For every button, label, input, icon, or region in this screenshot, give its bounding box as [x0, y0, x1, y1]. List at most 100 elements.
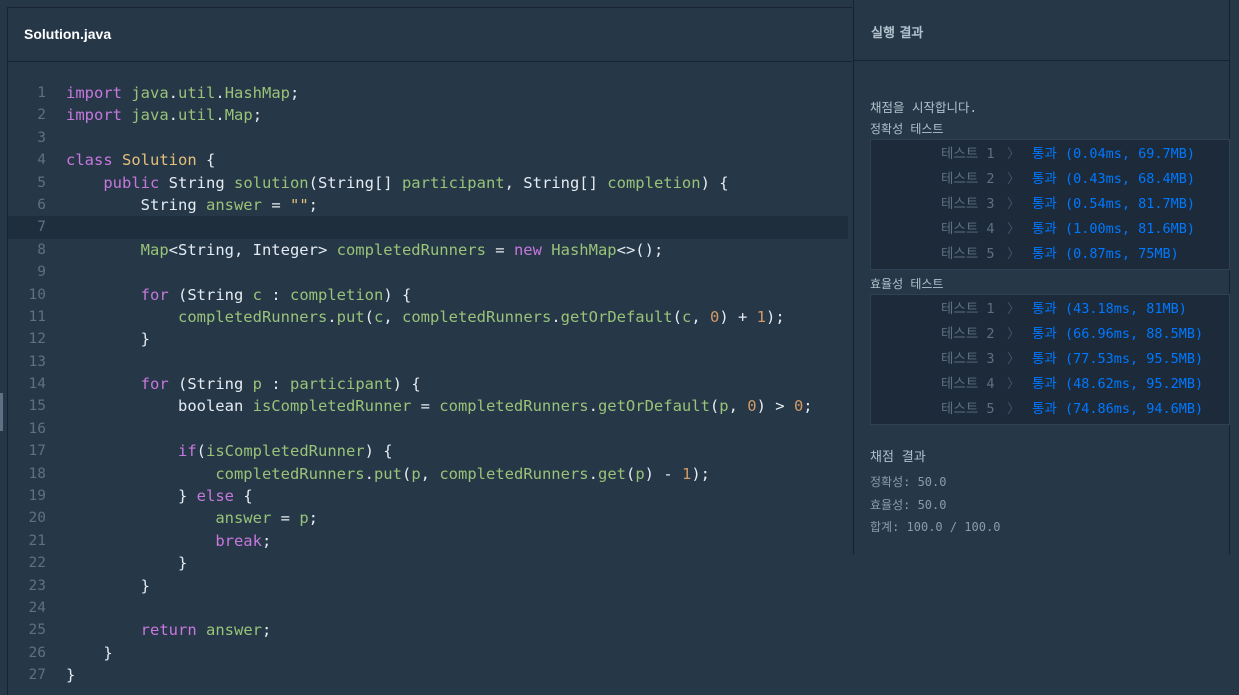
code-token: String: [66, 195, 206, 214]
test-result: 통과 (0.87ms, 75MB): [1032, 246, 1179, 262]
chevron-right-icon: 〉: [1007, 352, 1021, 367]
code-token: import: [66, 106, 122, 125]
code-line[interactable]: 20 answer = p;: [8, 507, 848, 529]
code-token: ;: [308, 509, 318, 528]
code-token: =: [411, 397, 440, 416]
line-number: 17: [28, 443, 46, 460]
code-token: ;: [252, 106, 263, 125]
line-number: 23: [28, 577, 46, 594]
code-editor-pane[interactable]: Solution.java 1 import java.util.HashMap;…: [7, 7, 857, 695]
code-line[interactable]: 7: [8, 216, 848, 239]
gutter-marker: [0, 393, 3, 431]
code-token: answer: [206, 621, 262, 640]
code-token: if: [177, 442, 197, 461]
code-line[interactable]: 24: [8, 597, 848, 619]
code-line[interactable]: 13: [8, 351, 848, 373]
code-token: <String, Integer>: [168, 240, 337, 259]
test-result: 통과 (0.54ms, 81.7MB): [1032, 196, 1196, 212]
code-line[interactable]: 17 if(isCompletedRunner) {: [8, 440, 848, 462]
code-text: completedRunners.put(c, completedRunners…: [66, 306, 785, 328]
code-text: import java.util.HashMap;: [66, 82, 299, 104]
efficiency-test-list: 테스트 1 〉 통과 (43.18ms, 81MB) 테스트 2 〉 통과 (66.96m…: [870, 294, 1230, 425]
code-token: ) >: [756, 397, 794, 416]
code-token: 0: [710, 307, 720, 326]
code-token: completion: [607, 173, 701, 192]
code-line[interactable]: 26 }: [8, 642, 848, 664]
code-token: (: [625, 464, 636, 483]
chevron-right-icon: 〉: [1007, 197, 1021, 212]
summary-title: 채점 결과: [870, 450, 926, 465]
code-text: for (String c : completion) {: [66, 284, 412, 306]
code-line[interactable]: 11 completedRunners.put(c, completedRunn…: [8, 306, 848, 328]
code-token: getOrDefault: [597, 397, 710, 416]
chevron-right-icon: 〉: [1007, 402, 1021, 417]
code-token: completion: [290, 285, 384, 304]
code-line[interactable]: 6 String answer = "";: [8, 194, 848, 216]
code-token: 0: [793, 397, 804, 416]
code-line[interactable]: 19 } else {: [8, 485, 848, 507]
code-token: put: [336, 307, 365, 326]
code-area[interactable]: 1 import java.util.HashMap; 2 import java.u…: [8, 82, 848, 687]
code-token: );: [691, 464, 711, 483]
code-line[interactable]: 16: [8, 418, 848, 440]
code-line[interactable]: 15 boolean isCompletedRunner = completed…: [8, 395, 848, 417]
code-line[interactable]: 25 return answer;: [8, 619, 848, 641]
accuracy-test-row: 테스트 3 〉 통과 (0.54ms, 81.7MB): [871, 192, 1229, 217]
code-token: .: [327, 307, 337, 326]
code-line[interactable]: 9: [8, 261, 848, 283]
code-text: }: [66, 664, 75, 686]
code-token: completedRunners: [177, 307, 328, 326]
code-token: isCompletedRunner: [206, 442, 365, 461]
code-line[interactable]: 21 break;: [8, 530, 848, 552]
code-line[interactable]: 5 public String solution(String[] partic…: [8, 172, 848, 194]
code-token: public: [103, 173, 160, 192]
file-tab[interactable]: Solution.java: [8, 8, 852, 62]
code-token: ;: [803, 397, 813, 416]
code-token: ,: [691, 307, 710, 326]
code-line[interactable]: 23 }: [8, 575, 848, 597]
code-text: public String solution(String[] particip…: [66, 172, 728, 194]
code-line[interactable]: 12 }: [8, 328, 848, 350]
code-token: boolean: [66, 397, 253, 416]
code-token: );: [766, 307, 785, 326]
code-token: (String: [168, 285, 253, 304]
line-number: 8: [37, 241, 46, 258]
line-number: 3: [37, 129, 46, 146]
code-text: completedRunners.put(p, completedRunners…: [66, 463, 710, 485]
code-line[interactable]: 10 for (String c : completion) {: [8, 284, 848, 306]
line-number: 27: [28, 667, 46, 684]
code-token: <>();: [616, 240, 664, 259]
code-line[interactable]: 27}: [8, 664, 848, 686]
code-line[interactable]: 18 completedRunners.put(p, completedRunn…: [8, 463, 848, 485]
code-token: {: [196, 151, 216, 170]
code-token: (String[]: [308, 173, 402, 192]
code-line[interactable]: 22 }: [8, 552, 848, 574]
chevron-right-icon: 〉: [1007, 147, 1021, 162]
code-token: ,: [420, 464, 440, 483]
line-number: 24: [28, 599, 46, 616]
chevron-right-icon: 〉: [1007, 302, 1021, 317]
code-token: .: [588, 397, 598, 416]
code-text: return answer;: [66, 619, 272, 641]
code-token: c: [373, 307, 384, 326]
line-number: 6: [37, 196, 46, 213]
code-line[interactable]: 1 import java.util.HashMap;: [8, 82, 848, 104]
chevron-right-icon: 〉: [1007, 327, 1021, 342]
code-line[interactable]: 8 Map<String, Integer> completedRunners …: [8, 239, 848, 261]
code-token: class: [66, 151, 113, 170]
result-pane: 실행 결과 채점을 시작합니다. 정확성 테스트 테스트 1 〉 통과 (0.04m…: [853, 0, 1230, 555]
code-token: answer: [205, 195, 262, 214]
code-line[interactable]: 4 class Solution {: [8, 149, 848, 171]
code-token: =: [261, 195, 290, 214]
code-line[interactable]: 2 import java.util.Map;: [8, 104, 848, 126]
code-token: }: [66, 554, 188, 573]
code-token: :: [262, 285, 290, 304]
code-line[interactable]: 3: [8, 127, 848, 149]
code-token: return: [140, 621, 197, 640]
code-line[interactable]: 14 for (String p : participant) {: [8, 373, 848, 395]
